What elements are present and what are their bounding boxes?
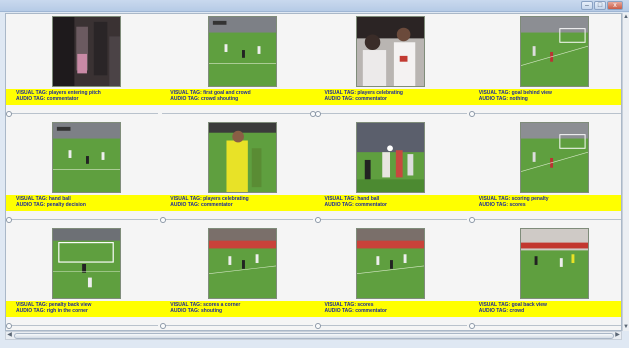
clip-cell[interactable]: VISUAL TAG: players celebrating AUDIO TAG… [314,14,469,120]
close-button[interactable]: x [607,1,623,10]
playback-slider[interactable] [314,323,469,329]
slider-track [8,325,159,326]
clip-caption: VISUAL TAG: players entering pitch AUDIO … [6,89,161,105]
video-thumbnail[interactable] [52,16,121,87]
clip-cell[interactable]: VISUAL TAG: hand ball AUDIO TAG: commenta… [314,120,469,226]
clip-grid-viewport: VISUAL TAG: players entering pitch AUDIO … [5,13,622,331]
audio-tag: AUDIO TAG: commentator [324,202,387,208]
clip-caption: VISUAL TAG: penalty back view AUDIO TAG: … [6,301,161,317]
scroll-up-icon[interactable]: ▲ [623,13,629,21]
slider-track [316,325,467,326]
slider-track [470,325,621,326]
clip-cell[interactable]: VISUAL TAG: players entering pitch AUDIO … [6,14,161,120]
clip-caption: VISUAL TAG: players celebrating AUDIO TAG… [160,195,315,211]
video-thumbnail[interactable] [208,16,278,87]
slider-knob[interactable] [160,217,167,223]
slider-knob[interactable] [468,323,475,329]
playback-slider[interactable] [160,323,314,329]
clip-caption: VISUAL TAG: scores a corner AUDIO TAG: sh… [160,301,315,317]
slider-knob[interactable] [468,217,475,223]
video-thumbnail[interactable] [52,228,121,299]
slider-knob[interactable] [468,111,475,117]
playback-slider[interactable] [314,111,469,117]
video-thumbnail[interactable] [519,228,589,299]
minimize-button[interactable]: – [581,1,593,10]
slider-track [162,113,313,114]
audio-tag: AUDIO TAG: nothing [478,96,528,102]
horizontal-scrollbar[interactable]: ◀ ▶ [5,331,622,340]
maximize-button[interactable]: □ [594,1,606,10]
clip-cell[interactable]: VISUAL TAG: scores AUDIO TAG: commentator [314,226,469,330]
slider-knob[interactable] [160,323,167,329]
clip-caption: VISUAL TAG: players celebrating AUDIO TAG… [314,89,469,105]
scroll-left-icon[interactable]: ◀ [6,332,13,339]
audio-tag: AUDIO TAG: commentator [324,308,387,314]
audio-tag: AUDIO TAG: crowd [478,308,525,314]
video-thumbnail[interactable] [355,16,425,87]
slider-track [162,219,313,220]
video-thumbnail[interactable] [208,122,278,193]
clip-caption: VISUAL TAG: hand ball AUDIO TAG: commenta… [314,195,469,211]
audio-tag: AUDIO TAG: commentator [170,202,233,208]
window-controls: – □ x [581,1,623,10]
audio-tag: AUDIO TAG: righ in the corner [16,308,88,314]
clip-cell[interactable]: VISUAL TAG: penalty back view AUDIO TAG: … [6,226,161,330]
vertical-scrollbar[interactable]: ▲ ▼ [622,13,629,331]
video-thumbnail[interactable] [355,122,425,193]
slider-knob[interactable] [314,323,321,329]
audio-tag: AUDIO TAG: shouting [170,308,223,314]
playback-slider[interactable] [6,111,160,117]
slider-track [470,219,621,220]
playback-slider[interactable] [468,323,621,329]
slider-knob[interactable] [314,217,321,223]
video-thumbnail[interactable] [355,228,425,299]
video-thumbnail[interactable] [519,16,589,87]
video-thumbnail[interactable] [208,228,278,299]
playback-slider[interactable] [468,111,621,117]
clip-cell[interactable]: VISUAL TAG: goal behind view AUDIO TAG: n… [468,14,621,120]
playback-slider[interactable] [6,323,160,329]
playback-slider[interactable] [468,217,621,223]
clip-caption: VISUAL TAG: first goal and crowd AUDIO TA… [160,89,315,105]
video-thumbnail[interactable] [52,122,121,193]
slider-knob[interactable] [314,111,321,117]
clip-cell[interactable]: VISUAL TAG: players celebrating AUDIO TAG… [160,120,315,226]
clip-cell[interactable]: VISUAL TAG: goal back view AUDIO TAG: cro… [468,226,621,330]
playback-slider[interactable] [6,217,160,223]
clip-caption: VISUAL TAG: goal back view AUDIO TAG: cro… [468,301,621,317]
slider-knob[interactable] [6,323,12,329]
slider-knob[interactable] [6,111,12,117]
clip-caption: VISUAL TAG: goal behind view AUDIO TAG: n… [468,89,621,105]
clip-cell[interactable]: VISUAL TAG: hand ball AUDIO TAG: penalty … [6,120,161,226]
playback-slider[interactable] [314,217,469,223]
scroll-down-icon[interactable]: ▼ [623,323,629,331]
slider-track [316,113,467,114]
slider-knob[interactable] [6,217,12,223]
audio-tag: AUDIO TAG: commentator [16,96,79,102]
clip-caption: VISUAL TAG: hand ball AUDIO TAG: penalty … [6,195,161,211]
clip-cell[interactable]: VISUAL TAG: scoring penalty AUDIO TAG: sc… [468,120,621,226]
audio-tag: AUDIO TAG: penalty decision [16,202,86,208]
video-thumbnail[interactable] [519,122,589,193]
horizontal-scroll-thumb[interactable] [14,333,614,339]
playback-slider[interactable] [160,217,314,223]
slider-track [470,113,621,114]
audio-tag: AUDIO TAG: crowd shouting [170,96,239,102]
audio-tag: AUDIO TAG: scores [478,202,526,208]
clip-cell[interactable]: VISUAL TAG: scores a corner AUDIO TAG: sh… [160,226,315,330]
scroll-right-icon[interactable]: ▶ [614,332,621,339]
audio-tag: AUDIO TAG: commentator [324,96,387,102]
slider-track [162,325,313,326]
playback-slider[interactable] [160,111,317,117]
window-titlebar: – □ x [0,0,629,12]
slider-track [8,219,159,220]
clip-caption: VISUAL TAG: scoring penalty AUDIO TAG: sc… [468,195,621,211]
clip-cell[interactable]: VISUAL TAG: first goal and crowd AUDIO TA… [160,14,317,120]
clip-grid: VISUAL TAG: players entering pitch AUDIO … [6,14,621,330]
clip-caption: VISUAL TAG: scores AUDIO TAG: commentator [314,301,469,317]
slider-track [8,113,159,114]
slider-track [316,219,467,220]
